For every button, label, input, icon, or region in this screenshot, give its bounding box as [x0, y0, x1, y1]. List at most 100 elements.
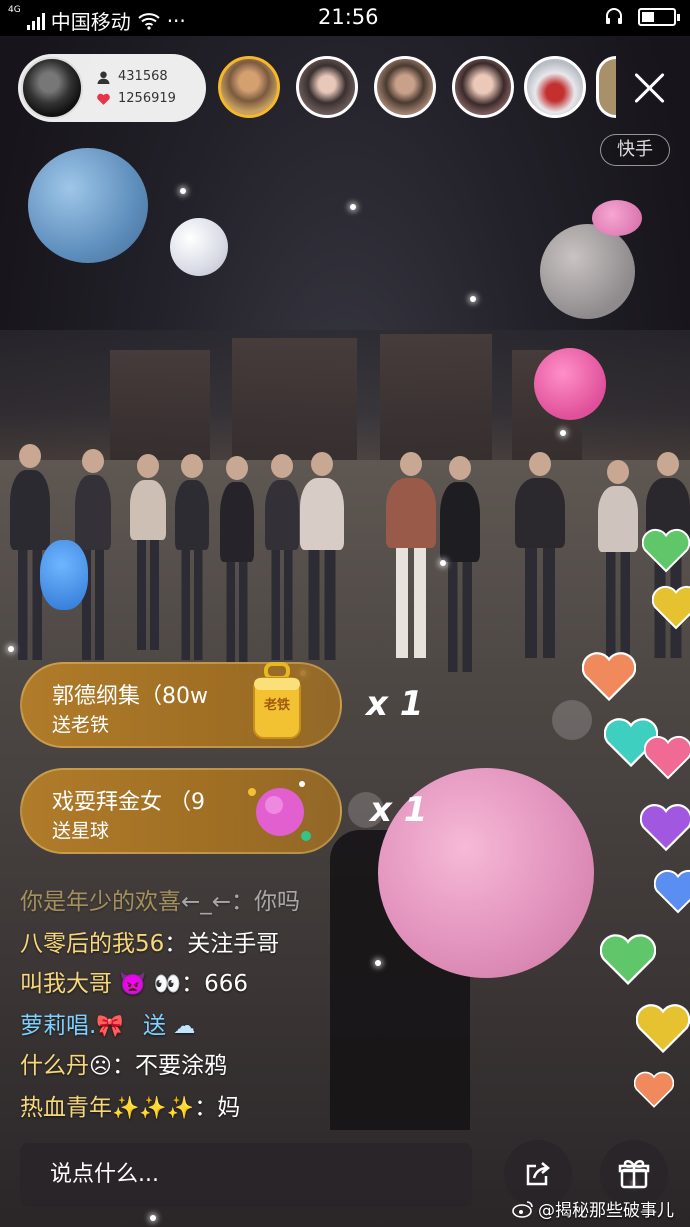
planet-gift-icon [244, 772, 314, 848]
comment-text: 666 [204, 971, 248, 997]
dancer [10, 444, 50, 660]
comment-username[interactable]: 热血青年 [20, 1095, 112, 1121]
dancer [440, 456, 480, 672]
viewer-count: 431568 [118, 69, 168, 84]
sparkle [350, 204, 356, 210]
heart-icon [639, 802, 690, 854]
comment-username[interactable]: 萝莉唱. [20, 1013, 96, 1039]
laotie-gift-label: 老铁 [263, 698, 290, 713]
dancer [130, 454, 166, 650]
signal-icon [26, 12, 45, 30]
carrier-name: 中国移动 [50, 10, 131, 34]
building [380, 334, 492, 460]
host-stats: 431568 1256919 [97, 66, 176, 110]
status-bar: 4G 中国移动 ··· 21:56 [0, 0, 690, 36]
comment-text: 不要涂鸦 [134, 1053, 227, 1079]
dancer [265, 454, 299, 660]
sparkle [560, 430, 566, 436]
sparkle [375, 960, 381, 966]
comment-username[interactable]: 什么丹 [20, 1053, 89, 1079]
host-info-card[interactable]: 431568 1256919 [18, 54, 206, 122]
sparkle [8, 646, 14, 652]
sparkle [150, 1215, 156, 1221]
devil-eyes-emoji: 👿 👀 [119, 972, 182, 997]
clock: 21:56 [318, 5, 379, 29]
sparkle [470, 296, 476, 302]
bubble [552, 700, 592, 740]
heart-icon [651, 584, 690, 632]
heart-icon [643, 734, 690, 782]
viewer-avatar[interactable] [596, 56, 616, 118]
cloud-gift-emoji: ☁ [173, 1014, 196, 1039]
host-avatar[interactable] [21, 57, 83, 119]
gift-sender: 戏耍拜金女 （9 [52, 790, 205, 815]
sparkle [180, 188, 186, 194]
person-icon [97, 71, 110, 84]
viewer-avatar[interactable] [218, 56, 280, 118]
heart-icon [581, 650, 637, 704]
frown-emoji: ☹ [89, 1054, 112, 1079]
blue-planet-effect [28, 148, 148, 263]
comment-username[interactable]: 八零后的我56 [20, 931, 164, 957]
like-count: 1256919 [118, 91, 176, 106]
comment-separator: ： [181, 971, 205, 997]
comment-separator: ： [164, 931, 188, 957]
heart-icon [653, 868, 690, 916]
chat-input[interactable]: 说点什么... [20, 1143, 472, 1207]
status-left: 4G 中国移动 ··· [8, 6, 186, 35]
comment-text: ←_←：你吗 [181, 889, 301, 915]
comment-username[interactable]: 你是年少的欢喜 [20, 889, 181, 915]
wifi-icon [138, 12, 160, 30]
weibo-credit: @揭秘那些破事儿 [512, 1196, 674, 1221]
credit-text: @揭秘那些破事儿 [538, 1201, 674, 1221]
heart-icon [635, 1002, 690, 1056]
gift-multiplier: x 1 [366, 684, 424, 724]
viewer-avatar[interactable] [374, 56, 436, 118]
white-planet-effect [170, 218, 228, 276]
comment-text: 妈 [217, 1095, 241, 1121]
kuaishou-watermark: 快手 [600, 134, 670, 166]
comment-separator: ： [194, 1095, 218, 1121]
heart-icon [599, 932, 657, 988]
dancer [598, 460, 638, 662]
building [232, 338, 357, 460]
chat-comment: 什么丹☹：不要涂鸦 [20, 1046, 227, 1080]
dancer [300, 452, 344, 660]
pink-small-planet-effect [592, 200, 642, 236]
close-button[interactable] [628, 66, 672, 110]
blue-mascot-effect [40, 540, 88, 610]
viewer-avatar[interactable] [524, 56, 586, 118]
pink-balloon-effect [534, 348, 606, 420]
headset-icon [606, 8, 622, 24]
dancer [220, 456, 254, 672]
laotie-gift-icon: 老铁 [248, 662, 306, 742]
status-right [604, 7, 680, 27]
heart-icon [633, 1070, 675, 1110]
gift-action: 送星球 [52, 820, 110, 842]
heart-icon [641, 527, 690, 575]
grey-planet-effect [540, 224, 635, 319]
sparkles-emoji: ✨✨✨ [112, 1096, 195, 1121]
live-video-background [0, 0, 690, 1227]
heart-small-icon [97, 93, 110, 105]
viewer-avatar[interactable] [296, 56, 358, 118]
comment-separator: ： [111, 1053, 135, 1079]
network-badge: 4G [8, 5, 21, 15]
battery-icon [638, 8, 680, 26]
dancer [515, 452, 565, 658]
viewer-avatar[interactable] [452, 56, 514, 118]
more-indicator: ··· [166, 8, 186, 33]
sparkle [440, 560, 446, 566]
building [110, 350, 210, 460]
bow-emoji: 🎀 [96, 1014, 124, 1039]
dancer [75, 449, 111, 660]
chat-comment: 你是年少的欢喜←_←：你吗 [20, 882, 300, 916]
dancer [386, 452, 436, 658]
chat-comment: 叫我大哥 👿 👀：666 [20, 964, 248, 998]
chat-comment: 八零后的我56：关注手哥 [20, 924, 279, 958]
gift-box-icon [618, 1160, 650, 1189]
dancer [175, 454, 209, 660]
gift-action: 送老铁 [52, 714, 110, 736]
weibo-icon [512, 1200, 533, 1218]
comment-username[interactable]: 叫我大哥 [20, 971, 112, 997]
